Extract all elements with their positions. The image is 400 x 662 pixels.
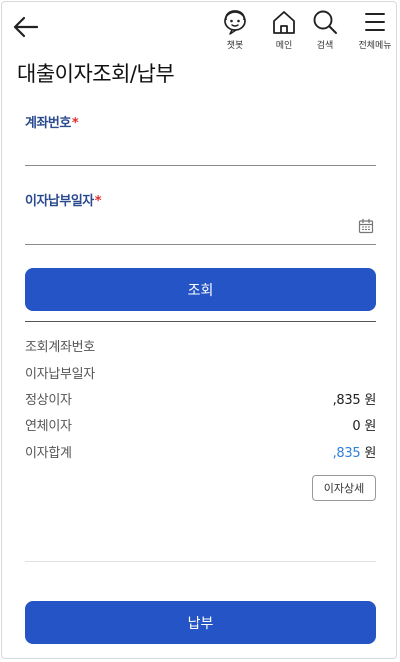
page-title: 대출이자조회/납부 xyxy=(17,62,175,86)
account-input[interactable] xyxy=(25,140,376,166)
required-mark: * xyxy=(94,194,102,209)
account-label: 계좌번호* xyxy=(25,116,79,131)
amount: ,835 xyxy=(332,393,361,408)
nav-home[interactable]: 메인 xyxy=(268,8,300,51)
pay-button[interactable]: 납부 xyxy=(25,601,376,644)
interest-detail-button[interactable]: 이자상세 xyxy=(312,475,376,501)
search-icon xyxy=(313,10,337,34)
back-button[interactable] xyxy=(10,12,40,42)
nav-menu[interactable]: 전체메뉴 xyxy=(354,8,396,51)
nav-label: 메인 xyxy=(275,41,293,51)
bottom-divider xyxy=(25,561,376,562)
row-label: 연체이자 xyxy=(25,419,72,434)
currency-unit: 원 xyxy=(364,419,376,434)
amount: 0 xyxy=(352,419,361,434)
result-row-overdue-interest: 연체이자 0원 xyxy=(25,415,376,435)
row-value: ,835 원 xyxy=(332,389,377,408)
calendar-icon xyxy=(358,218,374,234)
nav-label: 챗봇 xyxy=(226,41,244,51)
nav-search[interactable]: 검색 xyxy=(309,8,341,51)
row-value: ,835 원 xyxy=(332,442,377,461)
arrow-left-icon xyxy=(13,16,39,38)
calendar-button[interactable] xyxy=(358,218,374,234)
currency-unit: 원 xyxy=(364,446,376,461)
result-row-account: 조회계좌번호 xyxy=(25,336,376,356)
inquiry-button[interactable]: 조회 xyxy=(25,268,376,311)
result-row-normal-interest: 정상이자 ,835 원 xyxy=(25,389,376,409)
currency-unit: 원 xyxy=(364,393,376,408)
nav-label: 전체메뉴 xyxy=(358,41,392,51)
nav-label: 검색 xyxy=(316,41,334,51)
result-row-total-interest: 이자합계 ,835 원 xyxy=(25,442,376,462)
menu-icon xyxy=(365,13,385,31)
chatbot-icon xyxy=(224,10,246,35)
row-label: 이자합계 xyxy=(25,446,72,461)
date-label: 이자납부일자* xyxy=(25,194,102,209)
required-mark: * xyxy=(71,116,79,131)
row-value: 0원 xyxy=(352,415,376,434)
row-label: 정상이자 xyxy=(25,393,72,408)
date-input[interactable] xyxy=(25,219,376,245)
nav-chatbot[interactable]: 챗봇 xyxy=(219,8,251,51)
row-label: 조회계좌번호 xyxy=(25,340,95,355)
row-label: 이자납부일자 xyxy=(25,367,95,382)
result-row-date: 이자납부일자 xyxy=(25,363,376,383)
total-amount: ,835 xyxy=(332,446,361,461)
home-icon xyxy=(273,11,295,34)
section-divider xyxy=(25,321,376,322)
